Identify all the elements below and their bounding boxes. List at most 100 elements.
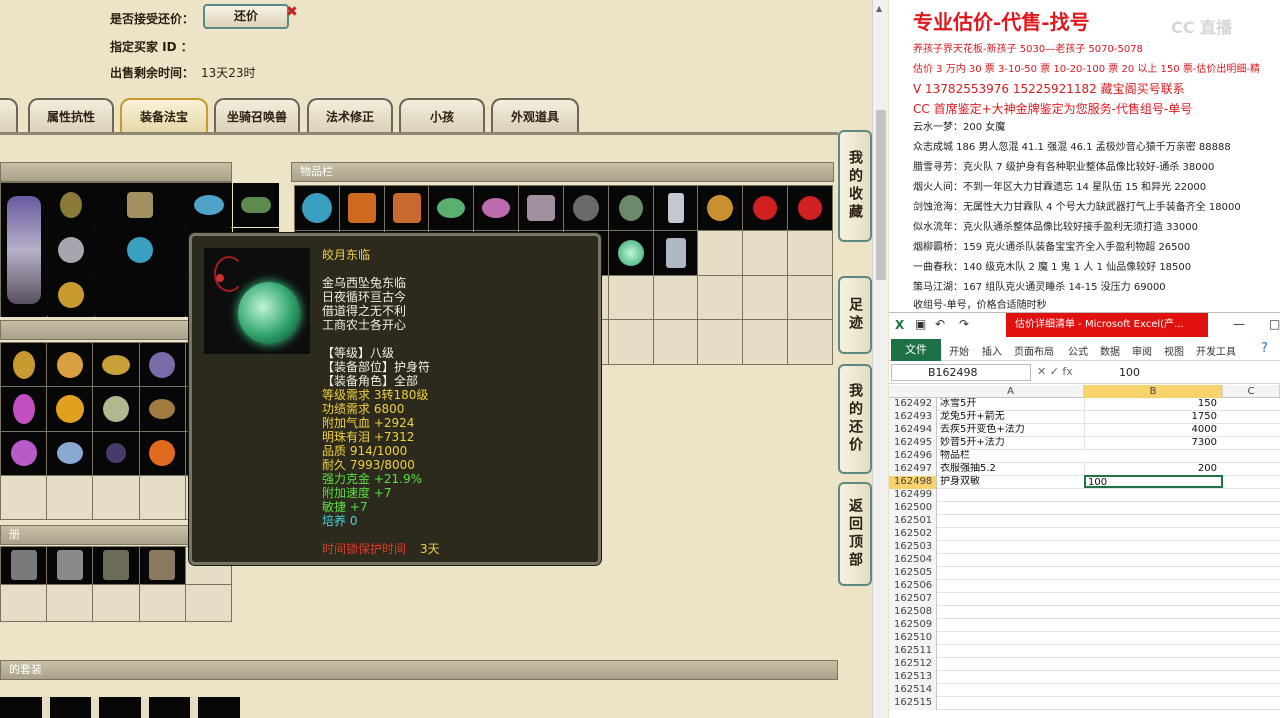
cell-b[interactable]: 150 [1084, 398, 1223, 410]
inventory-slot[interactable] [563, 186, 608, 230]
scroll-thumb[interactable] [876, 110, 886, 280]
inventory-slot[interactable] [608, 230, 653, 275]
row-number[interactable]: 162498 [889, 476, 937, 489]
haggle-close-icon[interactable]: ✖ [286, 4, 298, 20]
treasure-slot[interactable] [47, 475, 93, 519]
treasure-slot[interactable] [93, 387, 139, 431]
column-header-c[interactable]: C [1223, 385, 1280, 398]
row-number[interactable]: 162511 [889, 645, 937, 658]
inventory-slot[interactable] [608, 186, 653, 230]
tab-data[interactable]: 数据 [1100, 343, 1120, 358]
set-slot[interactable] [99, 697, 141, 718]
row-number[interactable]: 162508 [889, 606, 937, 619]
tab-equipment[interactable]: 装备法宝 [120, 98, 208, 134]
row-number[interactable]: 162505 [889, 567, 937, 580]
inventory-slot[interactable] [788, 275, 832, 320]
inventory-slot[interactable] [698, 230, 743, 275]
row-number[interactable]: 162509 [889, 619, 937, 632]
maximize-icon[interactable]: □ [1269, 317, 1280, 331]
row-number[interactable]: 162502 [889, 528, 937, 541]
set-slot[interactable] [198, 697, 240, 718]
minimize-icon[interactable]: — [1233, 317, 1245, 331]
my-favorites-button[interactable]: 我的收藏 [838, 130, 872, 242]
active-cell-b[interactable]: 100 [1084, 475, 1223, 488]
equip-slot[interactable] [233, 183, 279, 227]
inventory-slot[interactable] [743, 186, 788, 230]
scroll-up-icon[interactable]: ▲ [876, 4, 882, 13]
tab-view[interactable]: 视图 [1164, 343, 1184, 358]
formula-buttons-icon[interactable]: ✕ ✓ fx [1037, 365, 1073, 378]
treasure-slot[interactable] [139, 343, 185, 387]
inventory-slot[interactable] [653, 230, 698, 275]
row-number[interactable]: 162507 [889, 593, 937, 606]
inventory-slot[interactable] [653, 320, 698, 364]
guardian-slot[interactable] [47, 584, 93, 621]
row-number[interactable]: 162515 [889, 697, 937, 710]
name-box[interactable]: B162498 [891, 364, 1031, 381]
row-number[interactable]: 162512 [889, 658, 937, 671]
guardian-slot[interactable] [139, 584, 185, 621]
excel-file-tab[interactable]: 文件 [891, 339, 941, 361]
treasure-slot[interactable] [93, 475, 139, 519]
redo-icon[interactable]: ↷ [959, 317, 969, 331]
row-number[interactable]: 162503 [889, 541, 937, 554]
column-header-a[interactable]: A [938, 385, 1084, 398]
column-header-b[interactable]: B [1084, 385, 1223, 398]
row-number[interactable]: 162514 [889, 684, 937, 697]
treasure-slot[interactable] [139, 475, 185, 519]
row-number[interactable]: 162499 [889, 489, 937, 502]
inventory-slot[interactable] [788, 320, 832, 364]
cell-b[interactable]: 7300 [1084, 437, 1223, 449]
equip-slot[interactable] [95, 273, 185, 317]
undo-icon[interactable]: ↶ [935, 317, 945, 331]
tab-formulas[interactable]: 公式 [1068, 343, 1088, 358]
row-number[interactable]: 162492 [889, 398, 937, 411]
inventory-slot[interactable] [743, 275, 788, 320]
row-number[interactable]: 162506 [889, 580, 937, 593]
tab-home[interactable]: 开始 [949, 343, 969, 358]
inventory-slot[interactable] [295, 186, 339, 230]
save-icon[interactable]: ▣ [915, 317, 926, 331]
treasure-slot[interactable] [47, 431, 93, 475]
inventory-slot[interactable] [788, 186, 832, 230]
guardian-slot[interactable] [1, 584, 47, 621]
row-number[interactable]: 162495 [889, 437, 937, 450]
inventory-slot[interactable] [653, 186, 698, 230]
inventory-slot[interactable] [698, 275, 743, 320]
inventory-slot[interactable] [743, 320, 788, 364]
row-number[interactable]: 162510 [889, 632, 937, 645]
cell-a[interactable]: 冰雪5开 [938, 398, 1084, 410]
set-slot[interactable] [148, 697, 191, 718]
my-haggles-button[interactable]: 我的还价 [838, 364, 872, 474]
row-number[interactable]: 162500 [889, 502, 937, 515]
cell-b[interactable]: 1750 [1084, 411, 1223, 423]
row-number[interactable]: 162493 [889, 411, 937, 424]
row-number[interactable]: 162513 [889, 671, 937, 684]
inventory-slot[interactable] [519, 186, 563, 230]
treasure-slot[interactable] [1, 343, 47, 387]
haggle-button[interactable]: 还价 [203, 4, 289, 29]
tab-page-layout[interactable]: 页面布局 [1014, 343, 1054, 358]
equip-slot[interactable] [186, 183, 232, 227]
treasure-slot[interactable] [47, 387, 93, 431]
guardian-slot[interactable] [93, 584, 139, 621]
tab-prev-partial[interactable] [0, 98, 18, 134]
cell-a[interactable]: 去疾5开变色+法力 [938, 424, 1084, 436]
row-number[interactable]: 162497 [889, 463, 937, 476]
inventory-slot[interactable] [698, 320, 743, 364]
equip-slot[interactable] [95, 183, 185, 227]
cell-b[interactable]: 200 [1084, 463, 1223, 475]
footprints-button[interactable]: 足迹 [838, 276, 872, 354]
guardian-slot[interactable] [1, 547, 47, 584]
inventory-slot[interactable] [384, 186, 429, 230]
inventory-slot[interactable] [608, 275, 653, 320]
inventory-slot[interactable] [339, 186, 384, 230]
cell-a[interactable]: 护身双敏 [938, 476, 1084, 488]
set-slot[interactable] [0, 697, 42, 718]
help-icon[interactable]: ? [1261, 341, 1268, 356]
tab-developer[interactable]: 开发工具 [1196, 343, 1236, 358]
row-number[interactable]: 162504 [889, 554, 937, 567]
guardian-slot[interactable] [93, 547, 139, 584]
inventory-slot[interactable] [653, 275, 698, 320]
tab-appearance[interactable]: 外观道具 [491, 98, 579, 134]
